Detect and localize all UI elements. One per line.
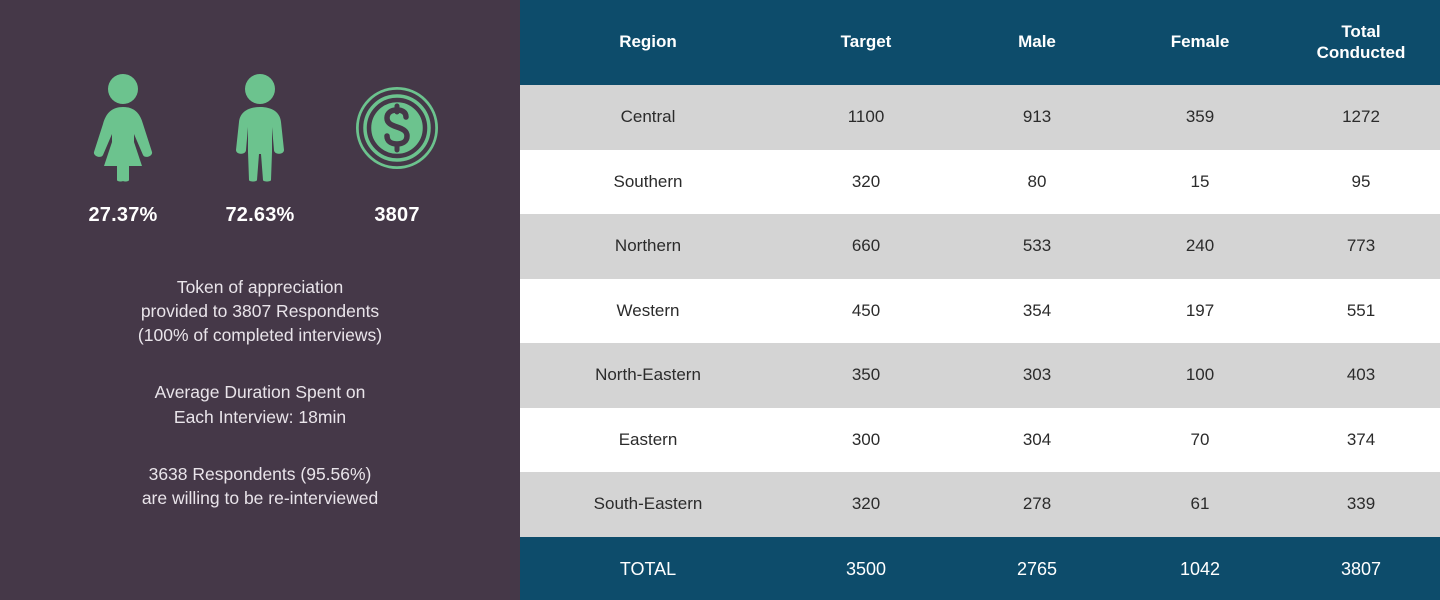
cell-male: 303 [956,343,1118,408]
cell-female: 240 [1118,214,1282,279]
cell-female: 70 [1118,407,1282,472]
region-summary-table: Region Target Male Female Total Conducte… [520,0,1440,600]
cell-male: 304 [956,407,1118,472]
cell-total: 339 [1282,472,1440,537]
cell-total: 403 [1282,343,1440,408]
region-table-panel: Region Target Male Female Total Conducte… [520,0,1440,600]
cell-female: 61 [1118,472,1282,537]
footer-total-conducted: 3807 [1282,536,1440,600]
table-row: Southern 320 80 15 95 [520,149,1440,214]
cell-region: North-Eastern [520,343,776,408]
note-average-duration: Average Duration Spent on Each Interview… [50,380,470,428]
column-header-male: Male [956,0,1118,85]
table-body: Central 1100 913 359 1272 Southern 320 8… [520,85,1440,537]
left-summary-panel: 27.37% 72.63% 3807 Token of appreciation… [0,0,520,600]
footer-total-female: 1042 [1118,536,1282,600]
table-row: Central 1100 913 359 1272 [520,85,1440,150]
cell-total: 1272 [1282,85,1440,150]
cell-target: 350 [776,343,956,408]
stat-value-male: 72.63% [225,204,295,226]
note-line: are willing to be re-interviewed [141,487,379,508]
cell-region: Southern [520,149,776,214]
stat-block-female: 27.37% [55,72,192,227]
stat-block-male: 72.63% [192,72,329,227]
footer-total-target: 3500 [776,536,956,600]
cell-target: 660 [776,214,956,279]
column-header-female: Female [1118,0,1282,85]
footer-label-total: TOTAL [520,536,776,600]
cell-male: 80 [956,149,1118,214]
table-row: Northern 660 533 240 773 [520,214,1440,279]
cell-male: 278 [956,472,1118,537]
cell-target: 320 [776,472,956,537]
cell-female: 197 [1118,278,1282,343]
table-row: Western 450 354 197 551 [520,278,1440,343]
cell-female: 15 [1118,149,1282,214]
cell-total: 551 [1282,278,1440,343]
cell-region: Northern [520,214,776,279]
column-header-total-conducted: Total Conducted [1282,0,1440,85]
table-header: Region Target Male Female Total Conducte… [520,0,1440,85]
table-total-row: TOTAL 3500 2765 1042 3807 [520,536,1440,600]
cell-target: 450 [776,278,956,343]
note-token-appreciation: Token of appreciation provided to 3807 R… [50,275,470,347]
cell-male: 913 [956,85,1118,150]
cell-region: Eastern [520,407,776,472]
note-line: (100% of completed interviews) [137,325,383,346]
cell-male: 533 [956,214,1118,279]
table-header-row: Region Target Male Female Total Conducte… [520,0,1440,85]
table-row: South-Eastern 320 278 61 339 [520,472,1440,537]
table-row: North-Eastern 350 303 100 403 [520,343,1440,408]
note-line: provided to 3807 Respondents [140,301,380,322]
cell-total: 374 [1282,407,1440,472]
note-line: Average Duration Spent on [154,382,366,403]
table-row: Eastern 300 304 70 374 [520,407,1440,472]
cell-total: 773 [1282,214,1440,279]
cell-female: 100 [1118,343,1282,408]
cell-total: 95 [1282,149,1440,214]
female-figure-icon [87,72,159,182]
note-line: Each Interview: 18min [173,406,347,427]
survey-summary-dashboard: 27.37% 72.63% 3807 Token of appreciation… [0,0,1440,600]
cell-male: 354 [956,278,1118,343]
column-header-region: Region [520,0,776,85]
cell-female: 359 [1118,85,1282,150]
cell-target: 320 [776,149,956,214]
cell-region: Western [520,278,776,343]
note-line: 3638 Respondents (95.56%) [148,463,372,484]
dollar-coin-icon [355,72,439,182]
note-reinterview-willingness: 3638 Respondents (95.56%) are willing to… [50,462,470,510]
cell-target: 1100 [776,85,956,150]
male-figure-icon [226,72,294,182]
footer-total-male: 2765 [956,536,1118,600]
note-line: Token of appreciation [176,277,344,297]
stat-value-female: 27.37% [88,204,158,226]
stat-block-token: 3807 [329,72,466,227]
cell-region: South-Eastern [520,472,776,537]
stat-icons-row: 27.37% 72.63% 3807 [0,72,520,227]
summary-notes: Token of appreciation provided to 3807 R… [0,275,520,510]
cell-target: 300 [776,407,956,472]
cell-region: Central [520,85,776,150]
stat-value-token-count: 3807 [374,204,420,226]
table-footer: TOTAL 3500 2765 1042 3807 [520,536,1440,600]
column-header-target: Target [776,0,956,85]
